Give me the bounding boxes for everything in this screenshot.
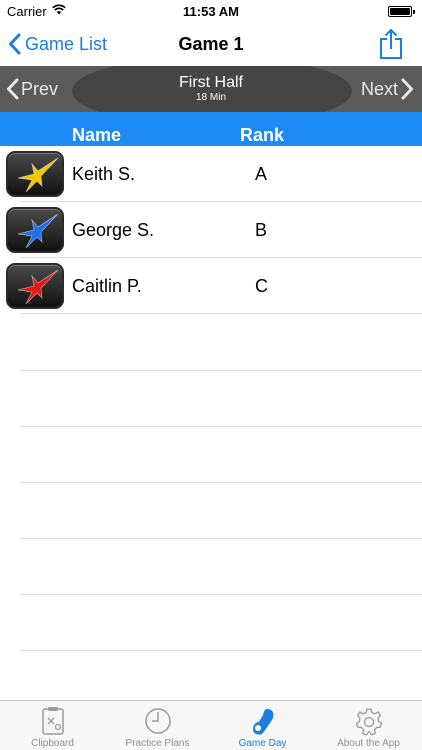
roster-header: Name Rank — [0, 112, 422, 146]
period-duration: 18 Min — [195, 92, 226, 103]
tab-practice-plans[interactable]: Practice Plans — [105, 701, 210, 750]
back-button-label: Game List — [25, 33, 108, 54]
player-rank: A — [255, 164, 268, 184]
tab-game-day[interactable]: Game Day — [210, 701, 315, 750]
whistle-icon — [253, 709, 274, 735]
empty-row-divider — [20, 538, 422, 539]
empty-row-divider — [20, 594, 422, 595]
next-period-label: Next — [360, 78, 398, 99]
status-bar: Carrier 11:53 AM — [0, 0, 422, 22]
chevron-left-icon — [9, 33, 21, 55]
clipboard-icon — [42, 707, 64, 735]
player-avatar — [6, 263, 64, 309]
row-divider — [20, 313, 422, 314]
player-row[interactable]: George S. B — [0, 202, 422, 258]
player-avatar — [6, 207, 64, 253]
empty-row-divider — [20, 650, 422, 651]
tab-label: Clipboard — [31, 738, 74, 749]
gear-icon — [355, 708, 383, 736]
status-time: 11:53 AM — [183, 4, 239, 19]
player-avatar — [6, 151, 64, 197]
tab-label: About the App — [337, 738, 400, 749]
chevron-right-icon — [401, 78, 413, 100]
share-icon[interactable] — [378, 28, 404, 60]
star-icon — [17, 213, 59, 249]
player-name: Keith S. — [72, 164, 136, 184]
empty-row-divider — [20, 482, 422, 483]
player-name: George S. — [72, 220, 155, 240]
battery-icon — [388, 6, 415, 17]
empty-row-divider — [20, 426, 422, 427]
player-row[interactable]: Keith S. A — [0, 146, 422, 202]
period-title: First Half — [179, 74, 243, 91]
period-selector: Prev First Half 18 Min Next — [0, 66, 422, 112]
game-day-screen: Carrier 11:53 AM Game List Game 1 Prev F… — [0, 0, 422, 750]
tab-about[interactable]: About the App — [316, 701, 421, 750]
player-row[interactable]: Caitlin P. C — [0, 258, 422, 314]
clock-icon — [145, 708, 171, 734]
player-rank: C — [255, 276, 268, 296]
tab-clipboard[interactable]: Clipboard — [0, 701, 105, 750]
tab-label: Practice Plans — [125, 738, 190, 749]
tab-bar: Clipboard Practice Plans Game Day About … — [0, 700, 422, 750]
tab-label: Game Day — [238, 738, 287, 749]
player-rank: B — [255, 220, 268, 240]
empty-row-divider — [20, 370, 422, 371]
name-column-header: Name — [72, 125, 122, 145]
rank-column-header: Rank — [240, 125, 285, 145]
star-icon — [17, 269, 59, 305]
player-name: Caitlin P. — [72, 276, 142, 296]
navigation-bar: Game List Game 1 — [0, 22, 422, 66]
star-icon — [17, 157, 59, 193]
next-period-button[interactable]: Next — [361, 66, 414, 112]
back-button[interactable]: Game List — [8, 30, 107, 58]
